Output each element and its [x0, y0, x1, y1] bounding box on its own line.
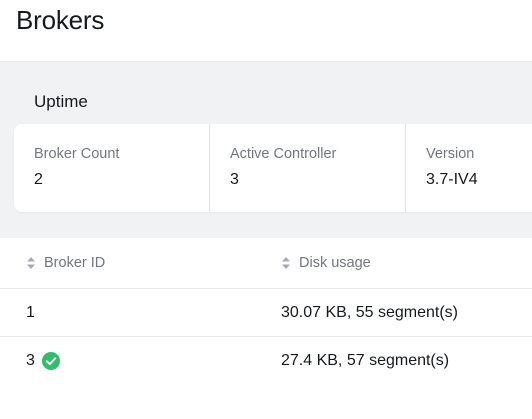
- table-row[interactable]: 1 30.07 KB, 55 segment(s): [0, 289, 532, 337]
- check-circle-icon: [41, 351, 60, 370]
- column-header-label: Disk usage: [299, 255, 371, 271]
- table-row[interactable]: 3 27.4 KB, 57 segment(s): [0, 337, 532, 384]
- column-header-label: Broker ID: [44, 255, 106, 271]
- sort-icon: [282, 257, 290, 269]
- metric-version: Version 3.7-IV4: [406, 124, 532, 212]
- metric-value: 2: [34, 171, 43, 188]
- disk-usage: 27.4 KB, 57 segment(s): [281, 351, 450, 369]
- uptime-section: Uptime Broker Count 2 Active Controller …: [0, 61, 532, 239]
- broker-id: 1: [26, 303, 35, 321]
- sort-icon: [27, 257, 35, 269]
- page-header: Brokers: [0, 0, 532, 60]
- metrics-card: Broker Count 2 Active Controller 3 Versi…: [14, 124, 532, 212]
- disk-usage-cell: 30.07 KB, 55 segment(s): [281, 289, 458, 336]
- brokers-page: Brokers Uptime Broker Count 2 Active Con…: [0, 0, 532, 419]
- table-header: Broker ID Disk usage: [0, 238, 532, 289]
- page-title: Brokers: [16, 5, 105, 35]
- broker-id-cell: 1: [26, 289, 35, 336]
- uptime-section-label: Uptime: [34, 92, 88, 111]
- metric-label: Active Controller: [230, 146, 337, 162]
- brokers-table: Broker ID Disk usage 1 30.07 KB, 55 segm…: [0, 238, 532, 419]
- disk-usage-cell: 27.4 KB, 57 segment(s): [281, 337, 449, 384]
- column-header-disk-usage[interactable]: Disk usage: [281, 238, 371, 288]
- broker-id: 3: [26, 351, 35, 369]
- metric-value: 3: [230, 171, 239, 188]
- broker-id-cell: 3: [26, 337, 60, 384]
- column-header-broker-id[interactable]: Broker ID: [26, 238, 105, 288]
- metric-label: Broker Count: [34, 146, 120, 162]
- metric-active-controller: Active Controller 3: [210, 124, 405, 212]
- metric-broker-count: Broker Count 2: [14, 124, 209, 212]
- metric-label: Version: [426, 146, 475, 162]
- disk-usage: 30.07 KB, 55 segment(s): [281, 303, 458, 321]
- metric-value: 3.7-IV4: [426, 171, 478, 188]
